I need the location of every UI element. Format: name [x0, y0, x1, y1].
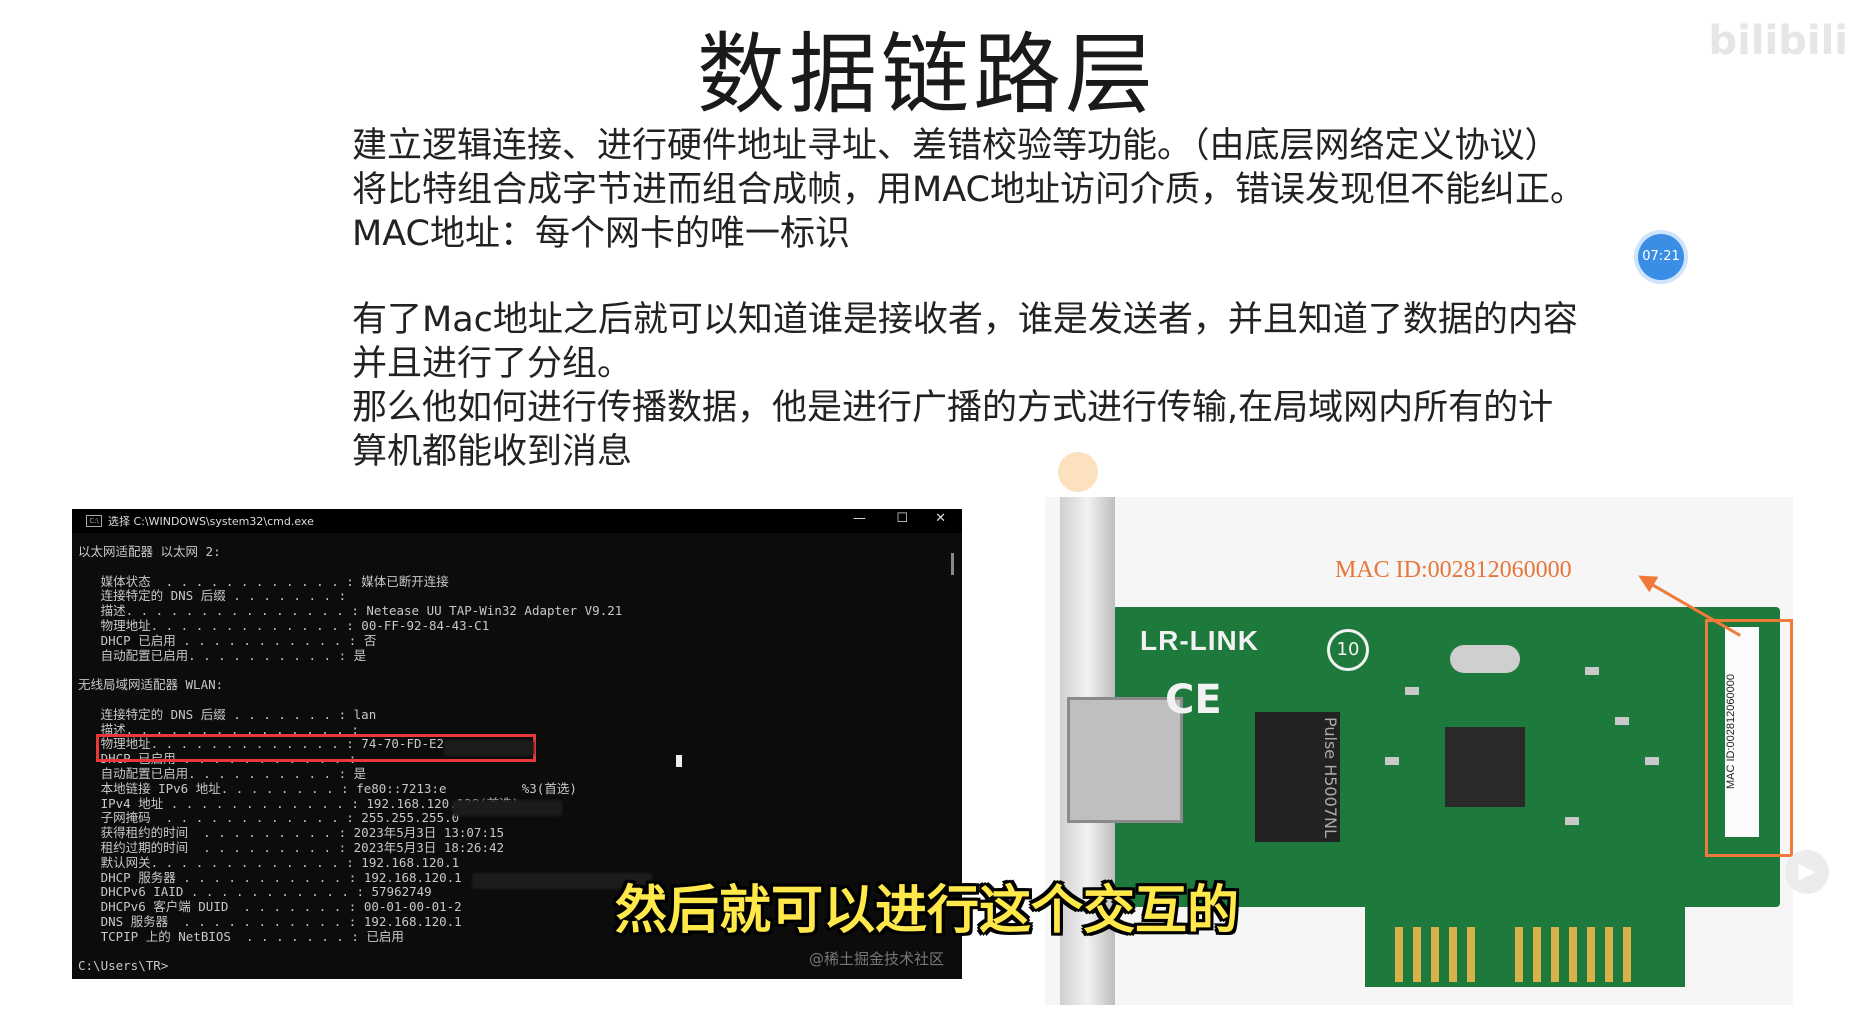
brand-logo: LR-LINK: [1140, 625, 1259, 656]
timestamp-badge[interactable]: 07:21: [1638, 234, 1684, 280]
paragraph-line-1: 建立逻辑连接、进行硬件地址寻址、差错校验等功能。（由底层网络定义协议）: [352, 126, 1560, 166]
paragraph-line-3: MAC地址：每个网卡的唯一标识: [352, 214, 850, 254]
redaction-blur-mac: [444, 740, 534, 756]
mac-id-caption: MAC ID:002812060000: [1335, 557, 1572, 583]
close-button[interactable]: ✕: [935, 511, 946, 526]
cmd-line: [78, 693, 942, 708]
cmd-titlebar[interactable]: C:\ 选择 C:\WINDOWS\system32\cmd.exe — ☐ ✕: [72, 509, 962, 533]
smd-component: [1645, 757, 1659, 765]
text-cursor: [676, 755, 682, 767]
crystal-oscillator: [1450, 645, 1520, 673]
minimize-button[interactable]: —: [853, 511, 866, 526]
cmd-scrollbar[interactable]: [951, 553, 954, 575]
cmd-line: 媒体状态 . . . . . . . . . . . . : 媒体已断开连接: [78, 573, 449, 589]
cmd-line: 描述. . . . . . . . . . . . . . . : Neteas…: [78, 603, 623, 619]
paragraph-line-4: 有了Mac地址之后就可以知道谁是接收者，谁是发送者，并且知道了数据的内容: [352, 300, 1578, 340]
paragraph-line-7: 算机都能收到消息: [352, 432, 633, 472]
cmd-line: [78, 560, 942, 575]
cmd-line: DHCP 已启用 . . . . . . . . . . . : 否: [78, 632, 377, 648]
cmd-title: 选择 C:\WINDOWS\system32\cmd.exe: [108, 515, 314, 528]
paragraph-line-2: 将比特组合成字节进而组合成帧，用MAC地址访问介质，错误发现但不能纠正。: [352, 170, 1585, 210]
bilibili-watermark: bilibili: [1708, 18, 1848, 64]
cursor-indicator: [1058, 452, 1098, 492]
paragraph-line-6: 那么他如何进行传播数据，他是进行广播的方式进行传输,在局域网内所有的计: [352, 388, 1554, 428]
cmd-watermark: @稀土掘金技术社区: [808, 950, 944, 968]
cmd-line: 无线局域网适配器 WLAN:: [78, 677, 224, 693]
cmd-line: [78, 663, 942, 678]
cmd-line: 连接特定的 DNS 后缀 . . . . . . . :: [78, 588, 347, 604]
slide-title: 数据链路层: [696, 23, 1157, 126]
pulse-transformer-chip: Pulse H5007NL: [1255, 712, 1340, 842]
paragraph-line-5: 并且进行了分组。: [352, 344, 633, 384]
smd-component: [1615, 717, 1629, 725]
cmd-line: 获得租约的时间 . . . . . . . . . : 2023年5月3日 13…: [78, 825, 505, 841]
ten-mark: 10: [1327, 629, 1369, 671]
cmd-app-icon: C:\: [86, 515, 102, 527]
redaction-blur-ipv6: [452, 800, 562, 816]
smd-component: [1385, 757, 1399, 765]
smd-component: [1585, 667, 1599, 675]
smd-component: [1565, 817, 1579, 825]
cmd-line: 租约过期的时间 . . . . . . . . . : 2023年5月3日 18…: [78, 839, 505, 855]
cmd-line: 连接特定的 DNS 后缀 . . . . . . . : lan: [78, 706, 377, 722]
video-subtitle: 然后就可以进行这个交互的: [614, 881, 1239, 941]
cmd-line: 以太网适配器 以太网 2:: [78, 544, 221, 559]
cmd-line: 本地链接 IPv6 地址. . . . . . . . : fe80::7213…: [78, 780, 577, 796]
arrow-head-icon: [1633, 567, 1659, 593]
smd-component: [1405, 687, 1419, 695]
ce-mark: CE: [1165, 677, 1222, 723]
cmd-line: 自动配置已启用. . . . . . . . . . : 是: [78, 765, 367, 781]
cmd-line: 自动配置已启用. . . . . . . . . . : 是: [78, 647, 367, 663]
maximize-button[interactable]: ☐: [896, 511, 908, 526]
mac-sticker-highlight: [1705, 619, 1793, 857]
controller-chip: [1445, 727, 1525, 807]
cmd-line: 物理地址. . . . . . . . . . . . . : 00-FF-92…: [78, 617, 490, 633]
